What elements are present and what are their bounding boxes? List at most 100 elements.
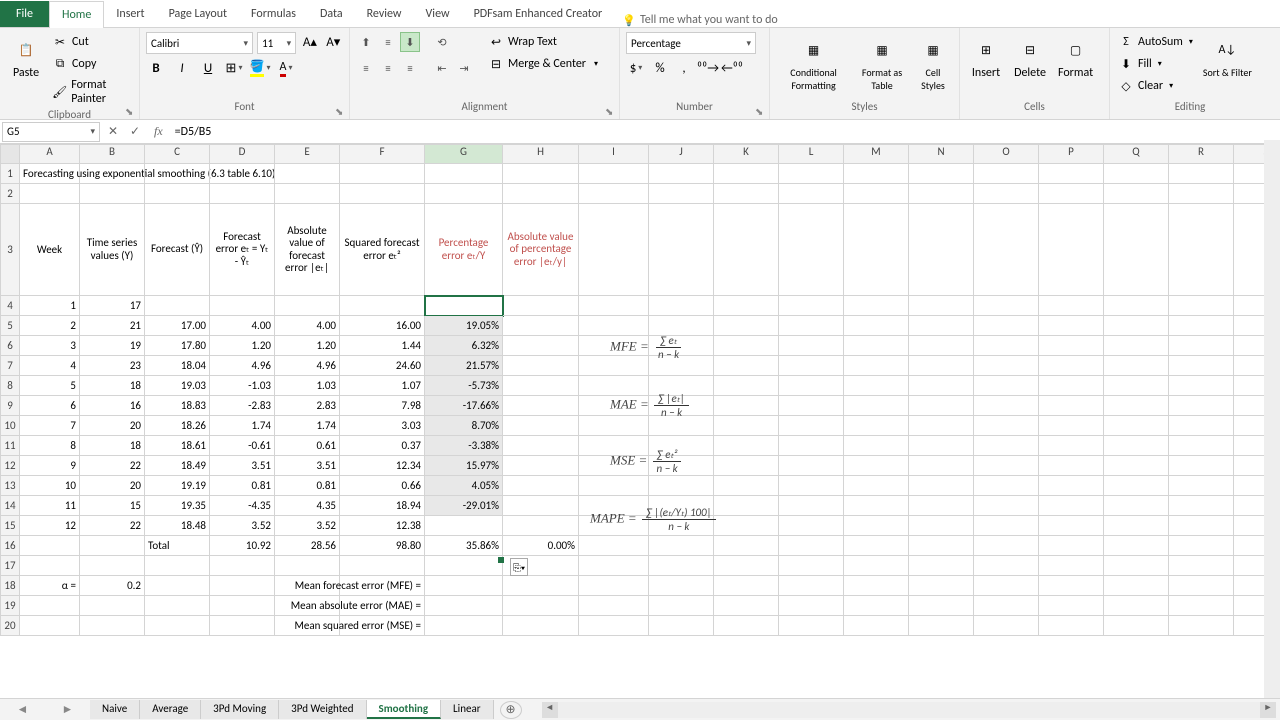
cell[interactable] <box>909 376 974 396</box>
cell[interactable] <box>579 416 649 436</box>
cell[interactable]: Forecast error eₜ = Yₜ - Ŷₜ <box>210 204 275 296</box>
cell[interactable]: 18 <box>80 376 145 396</box>
row-header[interactable]: 7 <box>0 356 20 376</box>
cell[interactable] <box>80 536 145 556</box>
cell[interactable] <box>844 396 909 416</box>
tab-home[interactable]: Home <box>49 1 104 28</box>
row-header[interactable]: 13 <box>0 476 20 496</box>
cell[interactable] <box>844 184 909 204</box>
cell[interactable] <box>844 204 909 296</box>
row-header[interactable]: 4 <box>0 296 20 316</box>
cell[interactable] <box>579 204 649 296</box>
cell[interactable]: 19.19 <box>145 476 210 496</box>
cell[interactable]: 3.03 <box>340 416 425 436</box>
cell[interactable]: 35.86% <box>425 536 503 556</box>
cell[interactable] <box>649 296 714 316</box>
cell[interactable]: 18.04 <box>145 356 210 376</box>
row-header[interactable]: 14 <box>0 496 20 516</box>
cell[interactable] <box>974 476 1039 496</box>
cell[interactable] <box>1104 296 1169 316</box>
cell[interactable] <box>275 296 340 316</box>
cell[interactable]: 15.97% <box>425 456 503 476</box>
decrease-decimal[interactable]: ←⁰⁰ <box>722 58 742 78</box>
cell[interactable] <box>844 436 909 456</box>
vertical-scrollbar[interactable] <box>1264 140 1280 698</box>
cell[interactable]: 1.74 <box>210 416 275 436</box>
format-as-table-button[interactable]: ▦Format as Table <box>855 32 909 100</box>
cell[interactable] <box>844 336 909 356</box>
cell[interactable] <box>714 596 779 616</box>
cell[interactable]: 12.34 <box>340 456 425 476</box>
cell[interactable] <box>145 616 210 636</box>
row-header[interactable]: 15 <box>0 516 20 536</box>
cell[interactable] <box>275 164 340 184</box>
conditional-formatting-button[interactable]: ▦Conditional Formatting <box>776 32 851 100</box>
cell[interactable]: 17.80 <box>145 336 210 356</box>
tab-data[interactable]: Data <box>308 1 355 27</box>
cell[interactable]: 3 <box>20 336 80 356</box>
cell[interactable]: 17.00 <box>145 316 210 336</box>
cell[interactable] <box>909 496 974 516</box>
fill-button[interactable]: ⬇Fill▾ <box>1116 54 1164 74</box>
cell[interactable] <box>779 456 844 476</box>
cell[interactable] <box>909 576 974 596</box>
cell[interactable] <box>909 184 974 204</box>
cell[interactable] <box>503 396 579 416</box>
cell[interactable] <box>649 616 714 636</box>
cell[interactable] <box>649 596 714 616</box>
cell[interactable]: -29.01% <box>425 496 503 516</box>
cell[interactable] <box>649 184 714 204</box>
row-header[interactable]: 17 <box>0 556 20 576</box>
cell[interactable]: -17.66% <box>425 396 503 416</box>
cell[interactable] <box>714 336 779 356</box>
cell[interactable] <box>503 184 579 204</box>
cell[interactable] <box>714 496 779 516</box>
cell[interactable]: -3.38% <box>425 436 503 456</box>
cell[interactable]: 0.81 <box>275 476 340 496</box>
cell[interactable] <box>844 516 909 536</box>
cell[interactable] <box>649 476 714 496</box>
cell[interactable]: 18.48 <box>145 516 210 536</box>
cell[interactable]: 3.51 <box>275 456 340 476</box>
cell[interactable] <box>974 376 1039 396</box>
cell[interactable] <box>974 296 1039 316</box>
cell[interactable] <box>20 596 80 616</box>
cell[interactable] <box>1104 416 1169 436</box>
underline-button[interactable]: U <box>198 58 218 78</box>
cell[interactable]: 9 <box>20 456 80 476</box>
cell[interactable] <box>425 516 503 536</box>
cell[interactable]: 0.2 <box>80 576 145 596</box>
cell[interactable] <box>844 296 909 316</box>
cell[interactable] <box>1104 476 1169 496</box>
cell[interactable] <box>909 616 974 636</box>
cell[interactable] <box>974 536 1039 556</box>
align-right[interactable]: ≡ <box>400 58 420 78</box>
cell[interactable]: 4.05% <box>425 476 503 496</box>
cell[interactable]: 8.70% <box>425 416 503 436</box>
clipboard-launcher[interactable]: ⬊ <box>125 105 137 117</box>
cell[interactable] <box>909 556 974 576</box>
cell[interactable]: Percentage error eₜ/Y <box>425 204 503 296</box>
cell[interactable] <box>503 336 579 356</box>
cell[interactable] <box>844 456 909 476</box>
col-header-K[interactable]: K <box>714 144 779 164</box>
sheet-tab-average[interactable]: Average <box>140 700 201 719</box>
cell[interactable]: 24.60 <box>340 356 425 376</box>
cell[interactable] <box>779 596 844 616</box>
cell[interactable]: 12.38 <box>340 516 425 536</box>
spreadsheet-grid[interactable]: ABCDEFGHIJKLMNOPQRS 1Forecasting using e… <box>0 144 1280 658</box>
cell[interactable]: 0.37 <box>340 436 425 456</box>
cell[interactable] <box>779 164 844 184</box>
cell[interactable] <box>909 164 974 184</box>
cell-styles-button[interactable]: ▦Cell Styles <box>913 32 953 100</box>
cell[interactable] <box>714 356 779 376</box>
cell[interactable] <box>1039 576 1104 596</box>
cell[interactable] <box>974 616 1039 636</box>
cell[interactable] <box>1104 456 1169 476</box>
cell[interactable] <box>714 316 779 336</box>
row-header[interactable]: 8 <box>0 376 20 396</box>
cell[interactable] <box>974 164 1039 184</box>
col-header-P[interactable]: P <box>1039 144 1104 164</box>
cell[interactable] <box>714 456 779 476</box>
cell[interactable]: 18 <box>80 436 145 456</box>
